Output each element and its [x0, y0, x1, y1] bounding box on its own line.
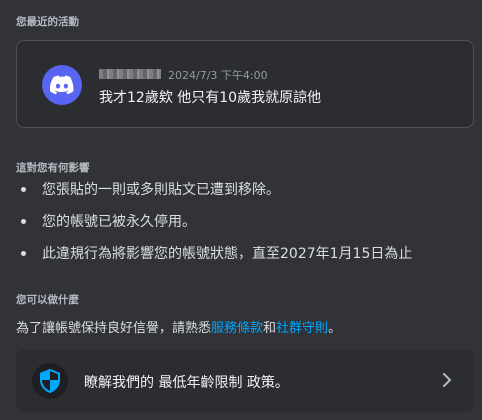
- message-timestamp: 2024/7/3 下午4:00: [168, 69, 268, 82]
- impact-item-text: 您的帳號已被永久停用。: [42, 214, 196, 230]
- impact-heading: 這對您有何影響: [16, 162, 90, 174]
- bullet-icon: [21, 251, 26, 256]
- chevron-right-icon: [442, 372, 452, 392]
- account-standing-page: 您最近的活動 2024/7/3 下午4:00 我才12歲欸 他只有10歲我就原諒…: [0, 0, 482, 420]
- terms-of-service-link[interactable]: 服務條款: [211, 321, 263, 336]
- shield-badge: [32, 363, 68, 399]
- list-item: 您的帳號已被永久停用。: [16, 211, 412, 243]
- age-policy-button[interactable]: 瞭解我們的 最低年齡限制 政策。: [16, 350, 474, 412]
- guidelines-prefix: 為了讓帳號保持良好信譽，請熟悉: [16, 321, 212, 336]
- impact-item-text: 您張貼的一則或多則貼文已遭到移除。: [42, 182, 280, 198]
- redacted-username: [99, 69, 161, 79]
- actions-heading: 您可以做什麼: [16, 294, 79, 306]
- impact-item-text: 此違規行為將影響您的帳號狀態，直至2027年1月15日為止: [42, 246, 413, 262]
- impact-list: 您張貼的一則或多則貼文已遭到移除。 您的帳號已被永久停用。 此違規行為將影響您的…: [16, 179, 412, 275]
- recent-activity-card: 2024/7/3 下午4:00 我才12歲欸 他只有10歲我就原諒他: [16, 40, 474, 128]
- bullet-icon: [21, 187, 26, 192]
- community-guidelines-link[interactable]: 社群守則: [276, 321, 328, 336]
- bullet-icon: [21, 219, 26, 224]
- guidelines-text: 為了讓帳號保持良好信譽，請熟悉服務條款和社群守則。: [16, 317, 341, 336]
- list-item: 您張貼的一則或多則貼文已遭到移除。: [16, 179, 412, 211]
- guidelines-conjunction: 和: [263, 321, 277, 336]
- guidelines-suffix: 。: [328, 321, 342, 336]
- message-content: 我才12歲欸 他只有10歲我就原諒他: [99, 90, 322, 106]
- avatar: [42, 65, 82, 105]
- recent-activity-heading: 您最近的活動: [16, 16, 79, 28]
- list-item: 此違規行為將影響您的帳號狀態，直至2027年1月15日為止: [16, 243, 412, 275]
- age-policy-text: 瞭解我們的 最低年齡限制 政策。: [84, 375, 289, 391]
